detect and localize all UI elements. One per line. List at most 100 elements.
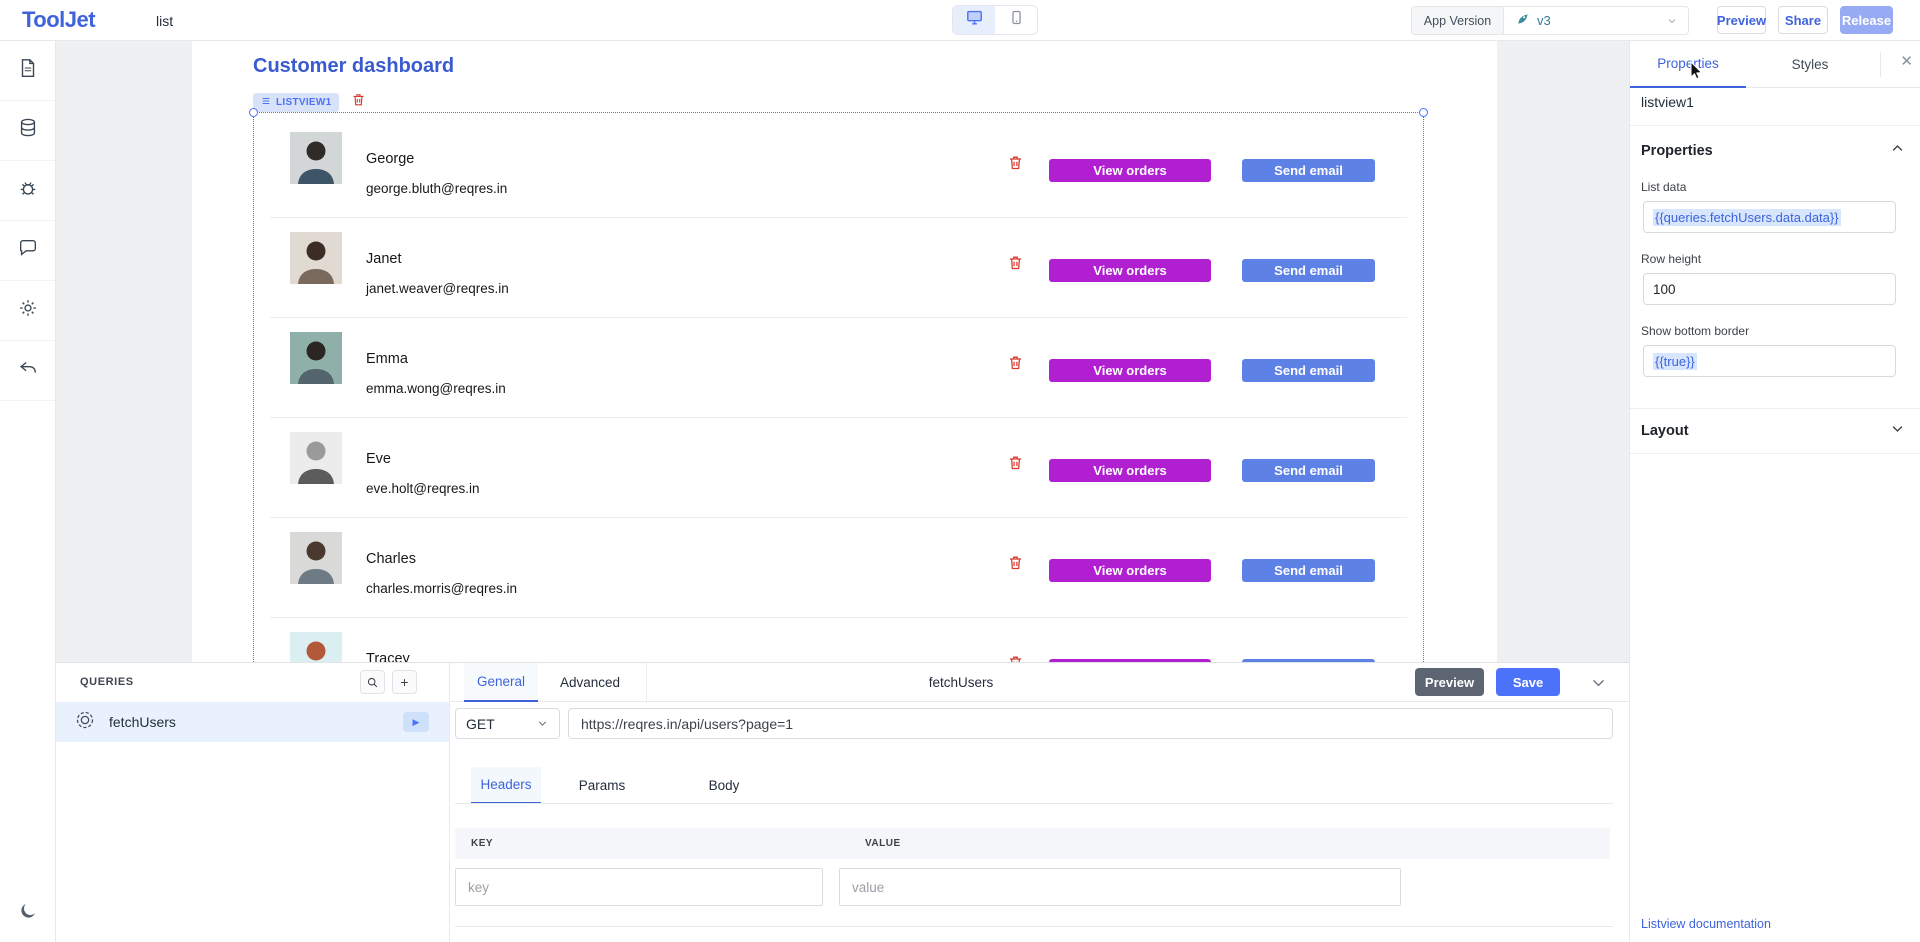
row-trash-icon[interactable]: [1007, 554, 1024, 576]
row-height-input[interactable]: 100: [1643, 273, 1896, 305]
widget-inspector-panel: Properties Styles ✕ listview1 Properties…: [1629, 41, 1920, 942]
list-item: Janet janet.weaver@reqres.in View orders…: [254, 218, 1423, 318]
row-email: janet.weaver@reqres.in: [366, 281, 509, 296]
row-trash-icon[interactable]: [1007, 654, 1024, 662]
listview-widget[interactable]: George george.bluth@reqres.in View order…: [253, 112, 1424, 662]
canvas-title-text-widget[interactable]: Customer dashboard: [253, 55, 454, 78]
view-orders-button[interactable]: View orders: [1049, 259, 1211, 282]
app-canvas[interactable]: Customer dashboard LISTVIEW1: [192, 41, 1497, 662]
sidebar-item-undo[interactable]: [0, 341, 55, 401]
sidebar-item-database[interactable]: [0, 101, 55, 161]
query-item-fetchusers[interactable]: fetchUsers ▶: [56, 702, 449, 742]
moon-icon: [18, 901, 38, 926]
desktop-icon: [965, 8, 984, 32]
send-email-button[interactable]: Send email: [1242, 459, 1375, 482]
tab-params[interactable]: Params: [563, 767, 641, 804]
tab-headers[interactable]: Headers: [471, 767, 541, 804]
tab-styles[interactable]: Styles: [1746, 41, 1874, 88]
url-input[interactable]: [568, 708, 1613, 739]
delete-widget-trash-icon[interactable]: [351, 92, 366, 112]
gear-icon: [17, 297, 39, 324]
share-button[interactable]: Share: [1778, 6, 1828, 34]
sidebar-item-settings[interactable]: [0, 281, 55, 341]
row-name: Charles: [366, 551, 416, 567]
close-icon[interactable]: ✕: [1900, 54, 1913, 69]
row-trash-icon[interactable]: [1007, 154, 1024, 176]
properties-section-header[interactable]: Properties: [1630, 125, 1920, 161]
show-bottom-border-input[interactable]: {{true}}: [1643, 345, 1896, 377]
list-data-input[interactable]: {{queries.fetchUsers.data.data}}: [1643, 201, 1896, 233]
release-button[interactable]: Release: [1840, 6, 1893, 34]
sidebar-item-pages[interactable]: [0, 41, 55, 101]
preview-button[interactable]: Preview: [1717, 6, 1766, 34]
row-height-value: 100: [1653, 282, 1676, 297]
tab-properties[interactable]: Properties: [1630, 41, 1746, 88]
app-version-control: App Version v3: [1411, 6, 1689, 35]
database-icon: [17, 117, 39, 144]
row-name: Janet: [366, 251, 401, 267]
query-preview-button[interactable]: Preview: [1415, 668, 1484, 696]
header-key-input[interactable]: [455, 868, 823, 906]
widget-name-badge[interactable]: LISTVIEW1: [253, 93, 339, 112]
selected-widget-tag-row: LISTVIEW1: [253, 92, 366, 112]
chevron-down-icon: [1666, 15, 1678, 27]
tab-body[interactable]: Body: [693, 767, 755, 804]
query-list-header: QUERIES +: [56, 663, 449, 702]
device-layout-toggle: [952, 5, 1038, 35]
row-trash-icon[interactable]: [1007, 254, 1024, 276]
undo-arrow-icon: [17, 357, 39, 384]
list-data-value: {{queries.fetchUsers.data.data}}: [1653, 209, 1841, 226]
avatar: [290, 332, 342, 384]
run-query-button[interactable]: ▶: [403, 712, 429, 732]
dark-mode-toggle[interactable]: [0, 901, 56, 926]
listview-documentation-link[interactable]: Listview documentation: [1641, 917, 1771, 931]
tab-advanced[interactable]: Advanced: [546, 663, 634, 702]
send-email-button[interactable]: Send email: [1242, 559, 1375, 582]
http-method-select[interactable]: GET: [455, 708, 560, 739]
row-height-label: Row height: [1641, 252, 1920, 266]
view-orders-button[interactable]: View orders: [1049, 459, 1211, 482]
mobile-layout-button[interactable]: [995, 6, 1037, 34]
resize-handle-top-left[interactable]: [249, 108, 258, 117]
editor-canvas-area: Customer dashboard LISTVIEW1: [56, 41, 1629, 662]
sidebar-item-debugger[interactable]: [0, 161, 55, 221]
layout-section-header[interactable]: Layout: [1630, 408, 1920, 454]
list-item: Emma emma.wong@reqres.in View orders Sen…: [254, 318, 1423, 418]
selected-widget-name: listview1: [1641, 94, 1694, 110]
tab-general[interactable]: General: [464, 663, 538, 702]
tooljet-app-builder: ToolJet list App Version v3: [0, 0, 1920, 942]
version-dropdown[interactable]: v3: [1504, 7, 1688, 34]
collapse-panel-chevron-icon[interactable]: [1590, 674, 1607, 696]
properties-section-title: Properties: [1641, 143, 1713, 159]
header-value-input[interactable]: [839, 868, 1401, 906]
query-editor-topbar: General Advanced fetchUsers Preview Save: [450, 663, 1629, 702]
row-name: Emma: [366, 351, 408, 367]
send-email-button[interactable]: Send email: [1242, 259, 1375, 282]
add-query-button[interactable]: +: [392, 670, 417, 694]
desktop-layout-button[interactable]: [953, 6, 995, 34]
send-email-button[interactable]: Send email: [1242, 359, 1375, 382]
request-tabs-divider: [455, 803, 1613, 804]
http-method-value: GET: [466, 716, 495, 732]
view-orders-button[interactable]: View orders: [1049, 559, 1211, 582]
queries-title: QUERIES: [80, 676, 134, 688]
app-version-label: App Version: [1412, 7, 1504, 34]
query-name-title[interactable]: fetchUsers: [890, 675, 1032, 690]
sidebar-item-comments[interactable]: [0, 221, 55, 281]
view-orders-button[interactable]: View orders: [1049, 359, 1211, 382]
key-column-header: KEY: [455, 838, 839, 849]
listview-widget-icon: [261, 96, 271, 109]
layout-section-title: Layout: [1641, 423, 1689, 439]
listview-rows: George george.bluth@reqres.in View order…: [254, 118, 1423, 662]
send-email-button[interactable]: Send email: [1242, 159, 1375, 182]
row-trash-icon[interactable]: [1007, 454, 1024, 476]
row-trash-icon[interactable]: [1007, 354, 1024, 376]
avatar: [290, 532, 342, 584]
query-search-button[interactable]: [360, 670, 385, 694]
view-orders-button[interactable]: View orders: [1049, 159, 1211, 182]
resize-handle-top-right[interactable]: [1419, 108, 1428, 117]
app-name[interactable]: list: [156, 13, 173, 29]
query-panel: QUERIES + fetchUsers ▶ General Advanced …: [56, 662, 1629, 942]
query-save-button[interactable]: Save: [1496, 668, 1560, 696]
list-item: George george.bluth@reqres.in View order…: [254, 118, 1423, 218]
